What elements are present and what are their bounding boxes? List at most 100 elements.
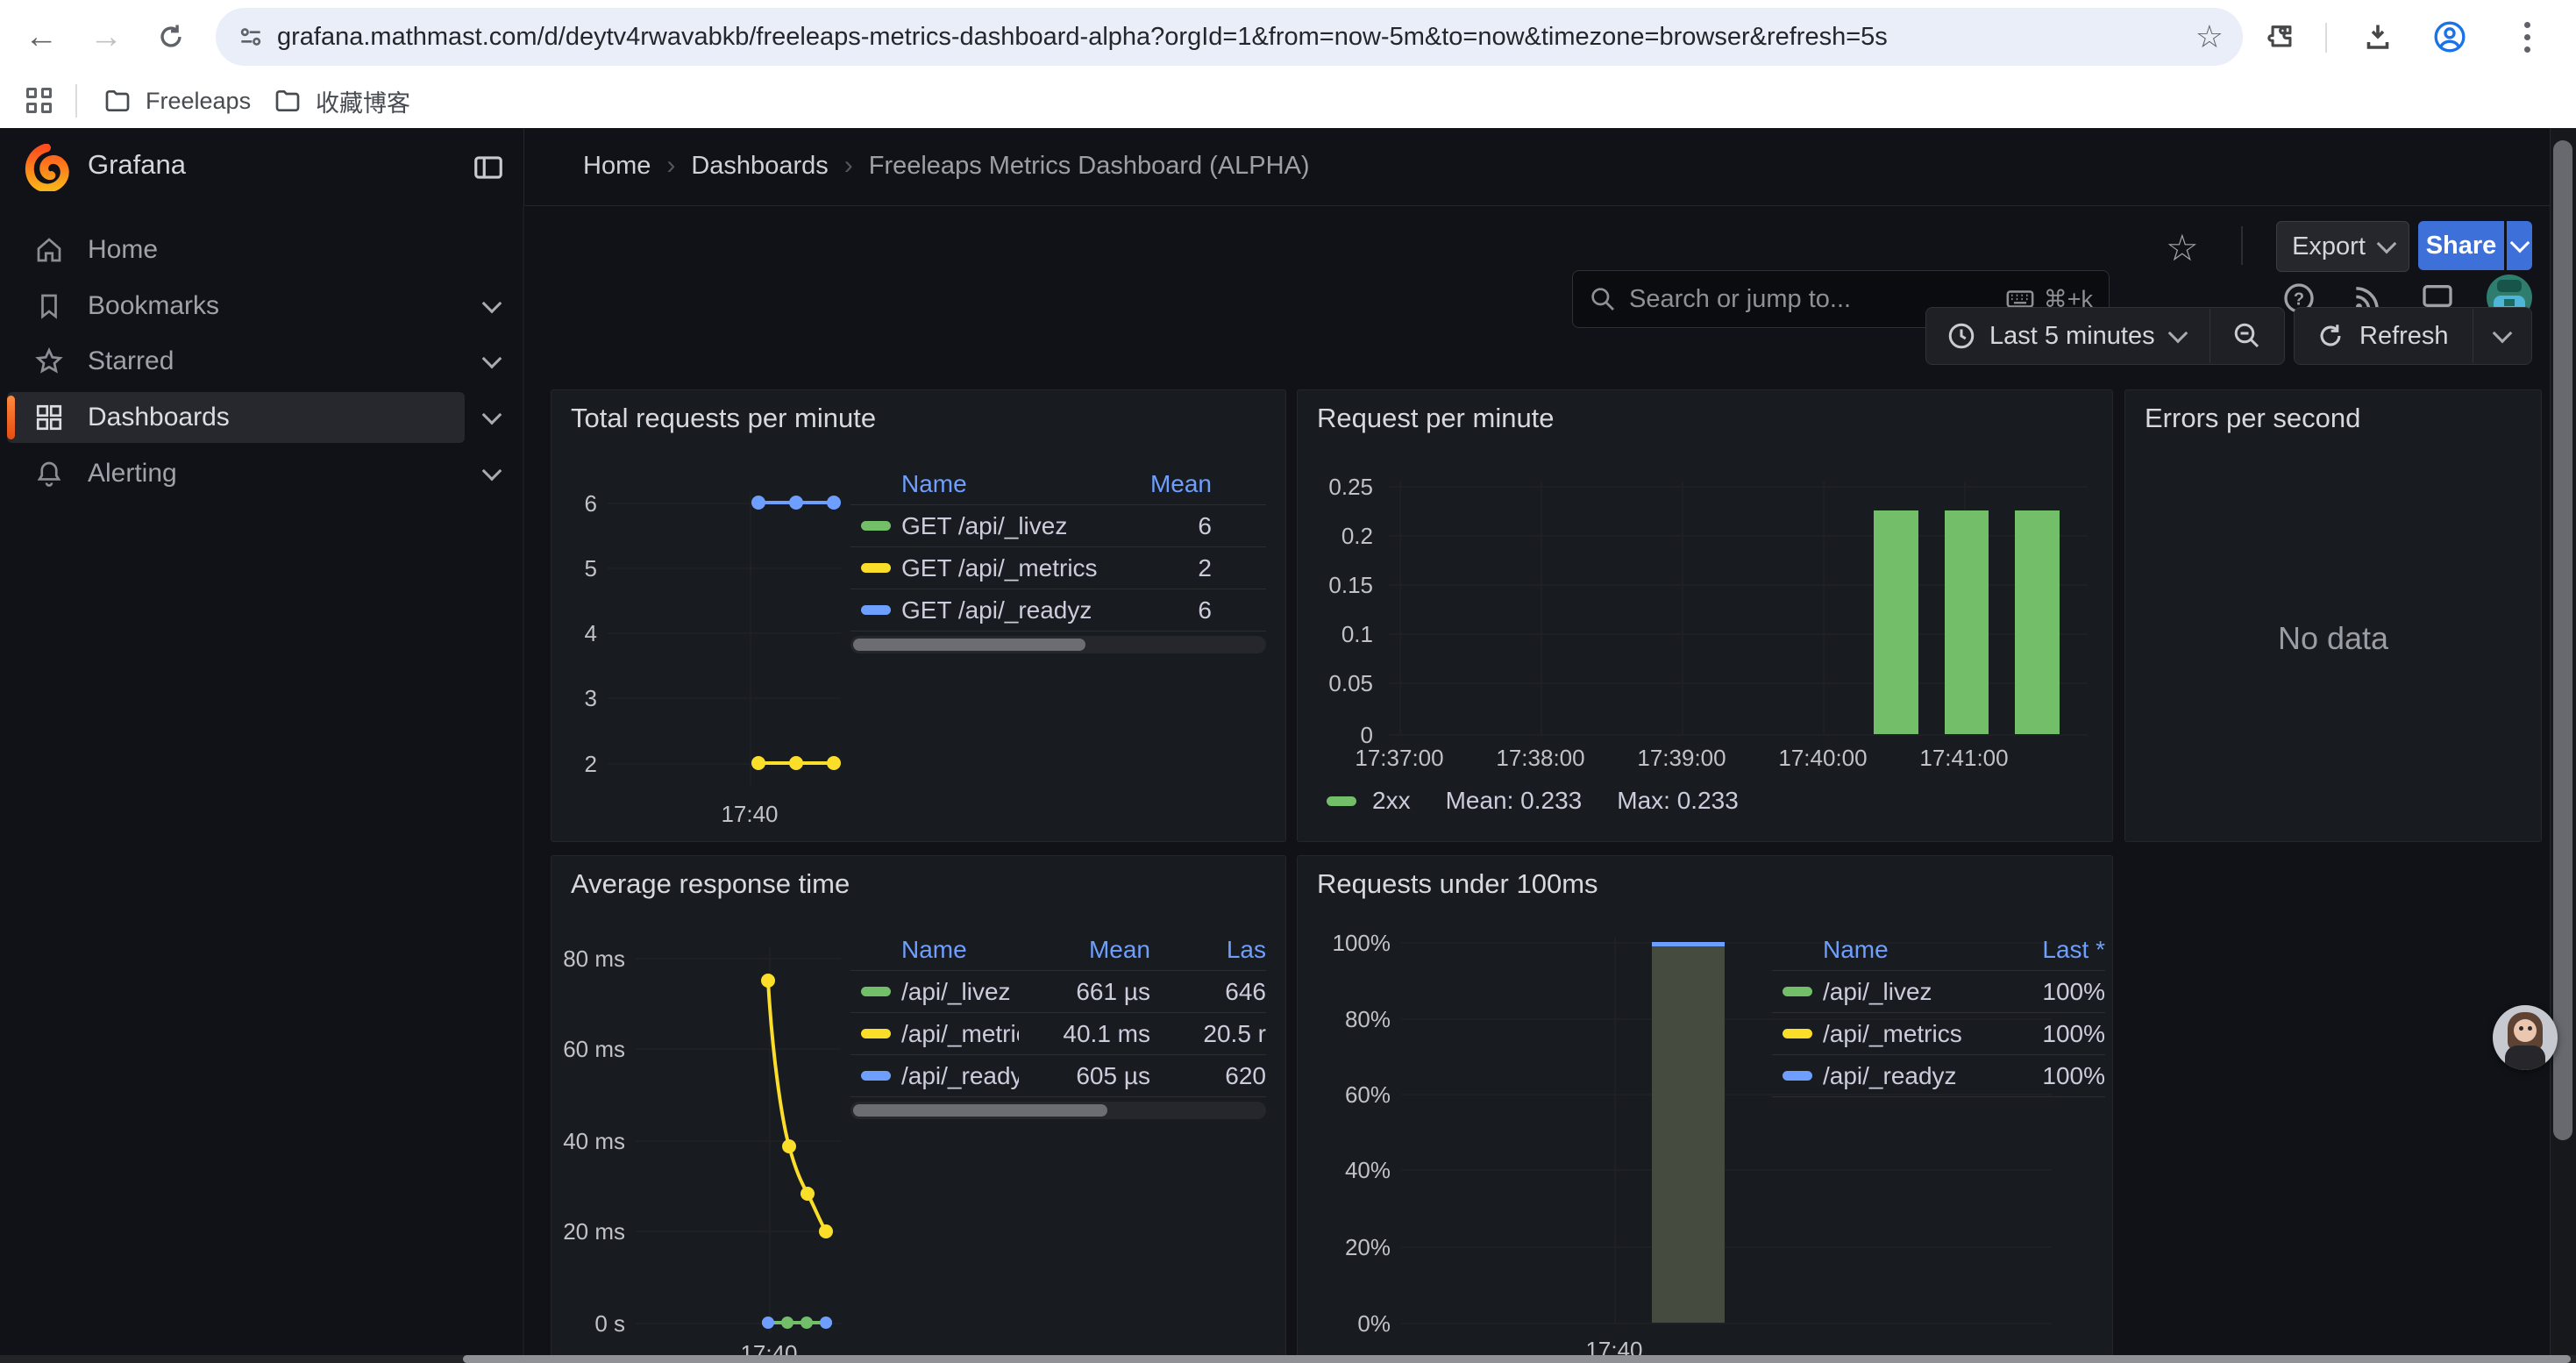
screen: ← → grafana.mathmast.com/d/deytv4rwavabk…: [0, 0, 2576, 1363]
scrollbar-thumb[interactable]: [853, 1104, 1107, 1117]
breadcrumb-home[interactable]: Home: [583, 152, 651, 181]
legend-row[interactable]: GET /api/_livez 6: [850, 505, 1266, 547]
active-indicator: [7, 396, 15, 439]
panel-errors-per-second[interactable]: Errors per second No data: [2124, 389, 2542, 842]
series-color-pill: [861, 521, 891, 531]
series-color-pill: [861, 563, 891, 573]
legend-scrollbar[interactable]: [850, 1102, 1266, 1119]
chevron-down-icon: [2377, 234, 2397, 254]
url-bar[interactable]: grafana.mathmast.com/d/deytv4rwavabkb/fr…: [216, 8, 2243, 66]
breadcrumb-dashboards[interactable]: Dashboards: [691, 152, 828, 181]
legend-scrollbar[interactable]: [850, 636, 1266, 653]
bar-2xx[interactable]: [1945, 510, 1989, 734]
legend-row[interactable]: /api/_readyz 100%: [1772, 1055, 2105, 1097]
profile-icon[interactable]: [2423, 11, 2476, 63]
sidebar-item-label: Alerting: [88, 459, 177, 489]
bookmark-star-icon[interactable]: ☆: [2195, 18, 2224, 55]
chevron-down-icon: [2167, 324, 2188, 344]
panel-title[interactable]: Requests under 100ms: [1317, 868, 1598, 900]
legend-col-last[interactable]: Las: [1157, 936, 1266, 964]
sidebar-toggle-icon[interactable]: [472, 151, 505, 184]
chevron-down-icon[interactable]: [482, 461, 502, 482]
refresh-button[interactable]: Refresh: [2295, 308, 2473, 364]
bar-2xx[interactable]: [2015, 510, 2060, 734]
browser-menu-icon[interactable]: [2501, 11, 2553, 63]
reload-button[interactable]: [146, 12, 196, 61]
scrollbar-thumb[interactable]: [463, 1355, 2571, 1363]
series-name[interactable]: /api/_livez: [1823, 978, 2000, 1006]
legend-row[interactable]: /api/_readyz 605 µs 620: [850, 1055, 1266, 1097]
series-name[interactable]: /api/_metrics: [1823, 1020, 2000, 1048]
apps-grid-icon[interactable]: [12, 11, 65, 63]
sidebar-item-label: Dashboards: [88, 403, 230, 432]
sidebar-item-bookmarks[interactable]: Bookmarks: [7, 281, 465, 332]
legend-row[interactable]: /api/_livez 661 µs 646: [850, 971, 1266, 1013]
avatar-face: [2514, 1019, 2537, 1042]
grafana-top-nav: Grafana Home › Dashboards › Freeleaps Me…: [0, 128, 2576, 206]
grafana-brand[interactable]: Grafana: [88, 149, 186, 181]
panel-request-per-minute[interactable]: Request per minute 0.25 0.2 0.15 0.1 0.0…: [1297, 389, 2113, 842]
chevron-down-icon[interactable]: [482, 349, 502, 369]
time-range-picker[interactable]: Last 5 minutes: [1926, 308, 2210, 364]
favorite-star-icon[interactable]: ☆: [2166, 226, 2199, 269]
site-settings-icon[interactable]: [237, 23, 265, 51]
legend-row[interactable]: /api/_metrics 100%: [1772, 1013, 2105, 1055]
x-tick: 17:40:00: [1748, 745, 1897, 772]
page-scrollbar-vertical[interactable]: [2550, 128, 2576, 1363]
gridline: [1389, 486, 2088, 488]
panel-title[interactable]: Request per minute: [1317, 403, 1555, 434]
bookmark-folder-blogs[interactable]: 收藏博客: [268, 81, 416, 121]
legend-col-name[interactable]: Name: [1823, 936, 2000, 964]
sidebar-item-starred[interactable]: Starred: [7, 336, 465, 387]
bar-2xx[interactable]: [1874, 510, 1918, 734]
legend-row[interactable]: GET /api/_metrics 2: [850, 547, 1266, 589]
panel-requests-under-100ms[interactable]: Requests under 100ms 100% 80% 60% 40% 20…: [1297, 855, 2113, 1363]
legend-col-name[interactable]: Name: [901, 470, 1115, 498]
sidebar-item-dashboards[interactable]: Dashboards: [7, 392, 465, 443]
scrollbar-thumb[interactable]: [853, 639, 1085, 651]
panel-total-requests[interactable]: Total requests per minute 6 5 4 3 2 17:4…: [551, 389, 1286, 842]
series-name[interactable]: /api/_metrics: [901, 1020, 1019, 1048]
chevron-down-icon: [2509, 233, 2530, 253]
series-name[interactable]: 2xx: [1372, 787, 1411, 815]
export-button[interactable]: Export: [2276, 221, 2409, 272]
url-text[interactable]: grafana.mathmast.com/d/deytv4rwavabkb/fr…: [277, 23, 2195, 52]
legend[interactable]: 2xx Mean: 0.233 Max: 0.233: [1327, 787, 1739, 815]
series-name[interactable]: /api/_readyz: [1823, 1062, 2000, 1090]
share-button[interactable]: Share: [2418, 221, 2504, 270]
panel-title[interactable]: Errors per second: [2145, 403, 2360, 434]
assistant-avatar[interactable]: [2493, 1005, 2558, 1070]
refresh-interval-dropdown[interactable]: [2473, 308, 2531, 364]
legend-col-last[interactable]: Last *: [2000, 936, 2105, 964]
bookmark-folder-freeleaps[interactable]: Freeleaps: [98, 81, 256, 121]
panel-avg-response-time[interactable]: Average response time 80 ms 60 ms 40 ms …: [551, 855, 1286, 1363]
series-name[interactable]: /api/_livez: [901, 978, 1019, 1006]
grafana-logo[interactable]: [23, 144, 70, 191]
series-mean: Mean: 0.233: [1446, 787, 1583, 815]
series-name[interactable]: GET /api/_livez: [901, 512, 1115, 540]
zoom-out-button[interactable]: [2210, 308, 2284, 364]
forward-button[interactable]: →: [82, 12, 131, 61]
legend-col-name[interactable]: Name: [901, 936, 1019, 964]
legend-row[interactable]: /api/_livez 100%: [1772, 971, 2105, 1013]
chevron-down-icon[interactable]: [482, 294, 502, 314]
download-icon[interactable]: [2352, 11, 2404, 63]
search-icon: [1589, 285, 1617, 313]
legend-row[interactable]: /api/_metrics 40.1 ms 20.5 r: [850, 1013, 1266, 1055]
series-name[interactable]: /api/_readyz: [901, 1062, 1019, 1090]
share-dropdown-button[interactable]: [2507, 221, 2532, 270]
legend-row[interactable]: GET /api/_readyz 6: [850, 589, 1266, 632]
sidebar-item-label: Home: [88, 235, 158, 265]
sidebar-item-alerting[interactable]: Alerting: [7, 448, 465, 499]
extensions-icon[interactable]: [2255, 11, 2308, 63]
legend-col-mean[interactable]: Mean: [1019, 936, 1150, 964]
series-name[interactable]: GET /api/_metrics: [901, 554, 1115, 582]
chevron-down-icon: [2493, 324, 2513, 344]
sidebar-item-home[interactable]: Home: [7, 225, 465, 275]
chevron-down-icon[interactable]: [482, 405, 502, 425]
scrollbar-thumb[interactable]: [2553, 140, 2572, 1140]
series-max: Max: 0.233: [1617, 787, 1739, 815]
legend-col-mean[interactable]: Mean: [1115, 470, 1212, 498]
series-name[interactable]: GET /api/_readyz: [901, 596, 1115, 624]
percentage-bar[interactable]: [1652, 946, 1725, 1323]
